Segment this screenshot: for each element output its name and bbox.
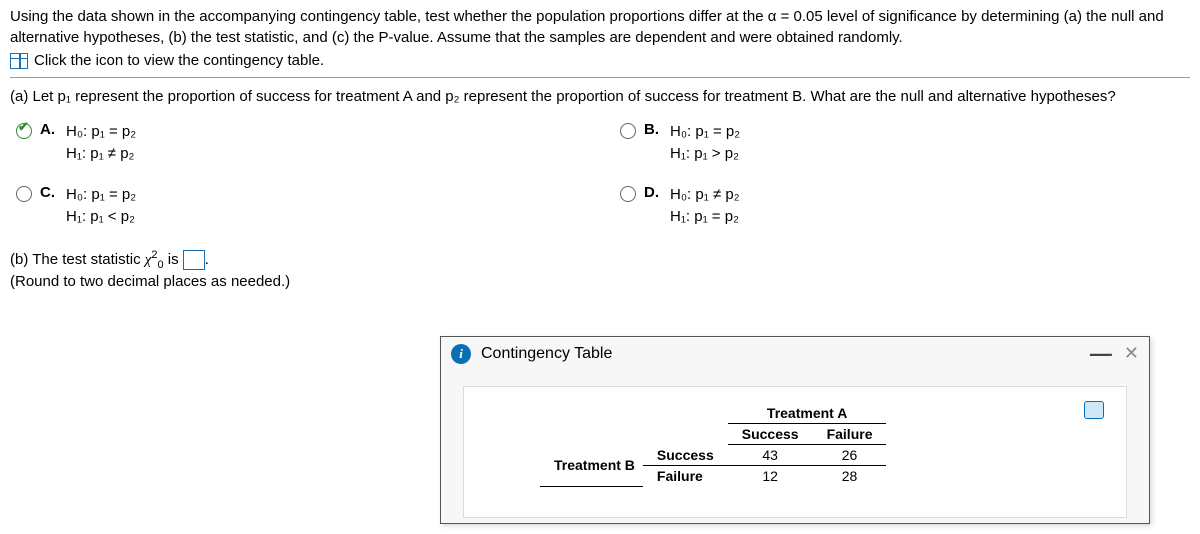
test-statistic-input[interactable] [183,250,205,270]
radio-c[interactable] [16,186,32,202]
divider [10,77,1190,78]
radio-d[interactable] [620,186,636,202]
option-d-hypotheses: H₀: p₁ ≠ p₂ H₁: p₁ = p₂ [670,184,740,229]
print-icon[interactable] [1084,401,1104,419]
cell-fs: 12 [728,466,813,487]
option-a-hypotheses: H₀: p₁ = p₂ H₁: p₁ ≠ p₂ [66,121,136,166]
icon-instruction-text: Click the icon to view the contingency t… [34,52,324,69]
option-c-hypotheses: H₀: p₁ = p₂ H₁: p₁ < p₂ [66,184,136,229]
part-b-prefix: (b) The test statistic [10,251,145,268]
minimize-button[interactable]: — [1090,349,1112,359]
is-text: is [168,251,183,268]
chi-sub: 0 [158,259,164,271]
contingency-table: Treatment A Success Failure Treatment B … [540,403,886,487]
option-c[interactable]: C. H₀: p₁ = p₂ H₁: p₁ < p₂ [16,184,580,229]
option-label-b: B. [644,121,662,138]
radio-b[interactable] [620,123,636,139]
option-label-c: C. [40,184,58,201]
popup-title: Contingency Table [481,345,1090,363]
period: . [205,251,209,268]
header-treatment-a: Treatment A [728,403,887,424]
info-icon: i [451,344,471,364]
options-grid: A. H₀: p₁ = p₂ H₁: p₁ ≠ p₂ B. H₀: p₁ = p… [10,121,1190,229]
option-d[interactable]: D. H₀: p₁ ≠ p₂ H₁: p₁ = p₂ [620,184,1184,229]
option-b[interactable]: B. H₀: p₁ = p₂ H₁: p₁ > p₂ [620,121,1184,166]
cell-ff: 28 [813,466,887,487]
part-b: (b) The test statistic χ20 is . (Round t… [10,249,1190,294]
option-a[interactable]: A. H₀: p₁ = p₂ H₁: p₁ ≠ p₂ [16,121,580,166]
radio-a[interactable] [16,123,32,139]
row-failure: Failure [643,466,728,487]
cell-sf: 26 [813,445,887,466]
table-icon[interactable] [10,53,28,69]
row-success: Success [643,445,728,466]
part-a-prompt: (a) Let p₁ represent the proportion of s… [10,86,1190,109]
option-label-d: D. [644,184,662,201]
popup-body: Treatment A Success Failure Treatment B … [463,386,1127,518]
cell-ss: 43 [728,445,813,466]
contingency-table-popup: i Contingency Table — ✕ Treatment A Succ… [440,336,1150,524]
round-note: (Round to two decimal places as needed.) [10,271,1190,294]
popup-header: i Contingency Table — ✕ [441,337,1149,370]
problem-statement: Using the data shown in the accompanying… [10,6,1190,48]
option-label-a: A. [40,121,58,138]
close-button[interactable]: ✕ [1124,343,1139,364]
col-success: Success [728,424,813,445]
option-b-hypotheses: H₀: p₁ = p₂ H₁: p₁ > p₂ [670,121,740,166]
col-failure: Failure [813,424,887,445]
header-treatment-b: Treatment B [540,445,643,487]
